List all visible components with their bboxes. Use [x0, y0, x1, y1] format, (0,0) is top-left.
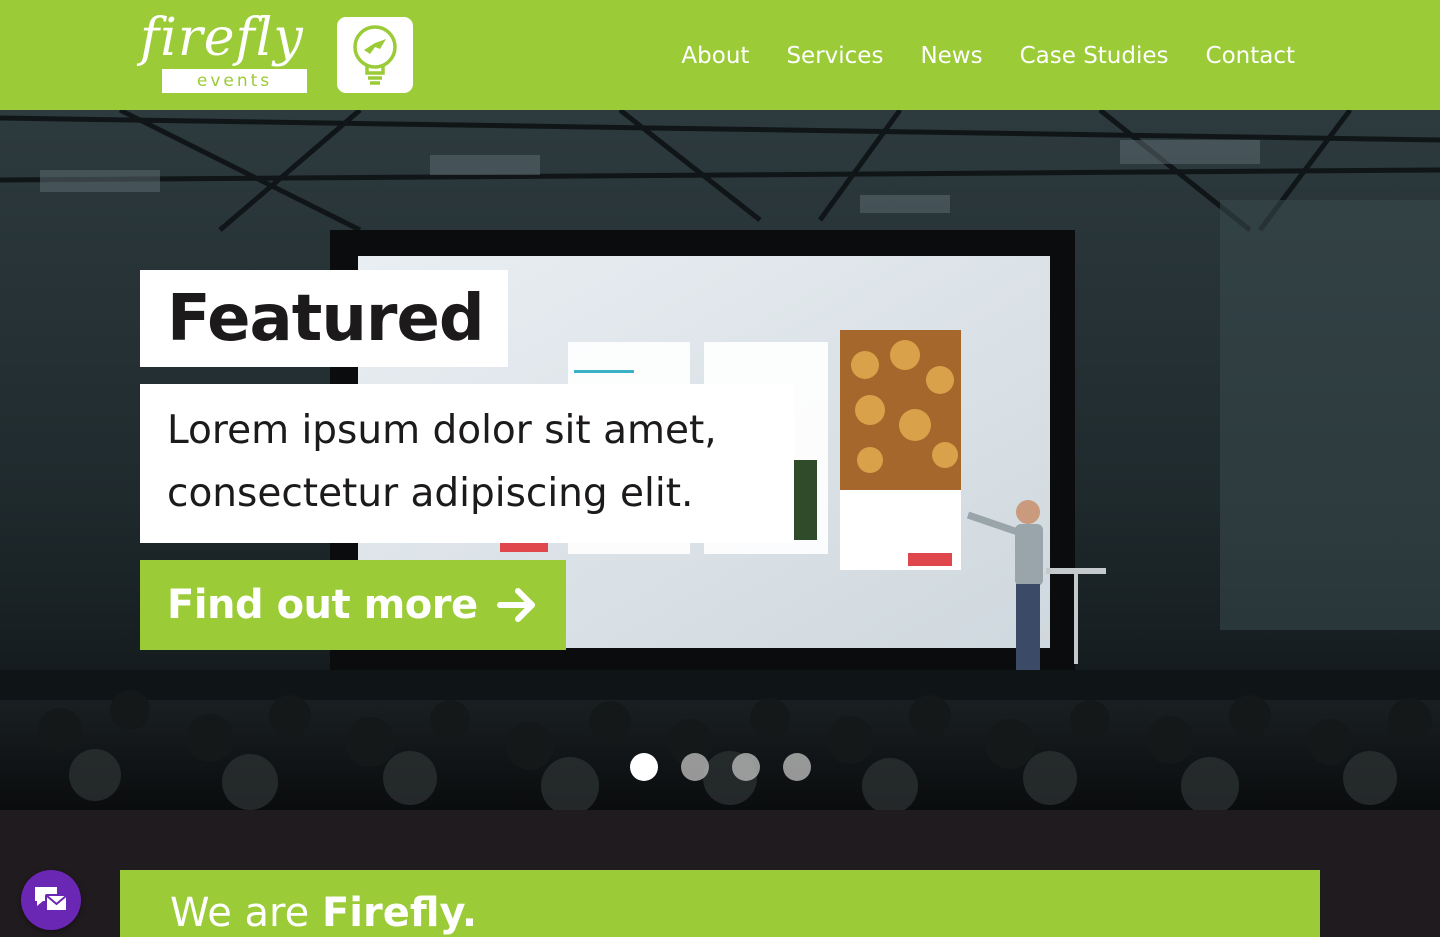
lightbulb-icon [337, 17, 413, 93]
carousel-dot-2[interactable] [681, 753, 709, 781]
carousel-dot-3[interactable] [732, 753, 760, 781]
hero-lead-text: Lorem ipsum dolor sit amet, consectetur … [167, 408, 717, 516]
intro-heading-brand: Firefly. [321, 890, 478, 936]
messages-icon [35, 887, 68, 912]
hero-lead-box: Lorem ipsum dolor sit amet, consectetur … [140, 384, 794, 543]
nav-about[interactable]: About [681, 43, 749, 69]
intro-banner: We are Firefly. [120, 870, 1320, 937]
site-header: firefly events About Services News Case … [0, 0, 1440, 110]
logo-wordmark: firefly [140, 8, 304, 68]
arrow-right-icon [496, 588, 535, 622]
cta-label: Find out more [167, 582, 478, 628]
nav-services[interactable]: Services [786, 43, 883, 69]
find-out-more-button[interactable]: Find out more [140, 560, 566, 650]
nav-news[interactable]: News [920, 43, 982, 69]
featured-label-box: Featured [140, 270, 508, 367]
carousel-dot-4[interactable] [783, 753, 811, 781]
logo-tagline: events [196, 71, 273, 91]
logo-tagline-box: events [162, 69, 307, 93]
hero-title: Featured [167, 282, 485, 356]
carousel-dot-1[interactable] [630, 753, 658, 781]
hero-carousel: Featured Lorem ipsum dolor sit amet, con… [0, 110, 1440, 810]
firefly-logo[interactable]: firefly events [140, 8, 415, 96]
main-nav: About Services News Case Studies Contact [681, 36, 1295, 76]
intro-heading: We are Firefly. [170, 890, 477, 936]
intro-section: We are Firefly. [0, 810, 1440, 937]
nav-case-studies[interactable]: Case Studies [1020, 43, 1169, 69]
intro-heading-prefix: We are [170, 890, 310, 936]
nav-contact[interactable]: Contact [1206, 43, 1295, 69]
chat-widget-button[interactable] [21, 870, 81, 930]
carousel-pagination [630, 753, 811, 781]
